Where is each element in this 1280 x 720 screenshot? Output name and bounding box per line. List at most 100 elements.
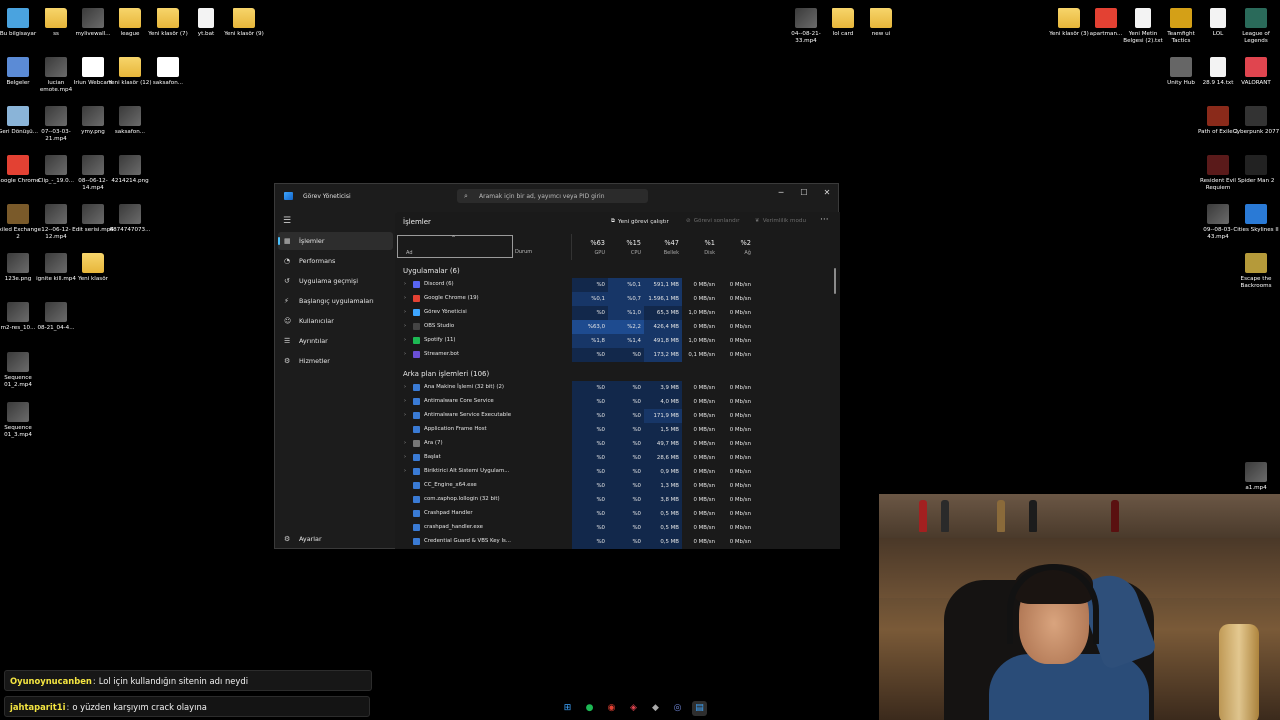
close-button[interactable]: ✕ [820,188,834,197]
column-header-status[interactable]: Durum [515,249,532,255]
process-row[interactable]: › Antimalware Core Service %0 %0 4,0 MB 0 MB/… [395,395,835,409]
task-manager-icon[interactable]: ▤ [692,700,707,716]
desktop-icon-label: Cities Skylines II [1233,227,1279,233]
gpu-cell: %1,8 [572,334,608,348]
end-task-button[interactable]: ⊘ Görevi sonlandır [686,218,740,224]
desktop-icon[interactable]: new ui [857,8,905,38]
chevron-right-icon[interactable]: › [404,412,406,418]
chevron-right-icon[interactable]: › [404,398,406,404]
desktop-icon[interactable]: saksafon... [144,57,192,87]
app-icon [7,57,29,77]
minimize-button[interactable]: ─ [774,188,788,197]
desktop-icon[interactable]: Sequence 01_3.mp4 [0,402,42,439]
chevron-right-icon[interactable]: › [404,337,406,343]
desktop-icon[interactable]: Yeni klasör [69,253,117,283]
column-header-network[interactable]: %2 Ağ [717,239,751,256]
column-header-name[interactable]: ⌃ Ad [397,235,513,258]
processes-panel: İşlemler ⧉ Yeni görevi çalıştır ⊘ Görevi… [395,212,840,549]
process-row[interactable]: Crashpad Handler %0 %0 0,5 MB 0 MB/sn 0 Mb/sn [395,507,835,521]
process-row[interactable]: crashpad_handler.exe %0 %0 0,5 MB 0 MB/sn 0 M… [395,521,835,535]
column-header-memory[interactable]: %47 Bellek [645,239,679,256]
memory-cell: 1,3 MB [644,479,682,493]
desktop-icon[interactable]: League of Legends [1232,8,1280,45]
chrome-icon[interactable]: ◉ [604,701,619,716]
nav-item[interactable]: ⚡ Başlangıç uygulamaları [278,292,393,310]
chevron-right-icon[interactable]: › [404,468,406,474]
process-row[interactable]: com.zaphop.lollogin (32 bit) %0 %0 3,8 MB 0 … [395,493,835,507]
nav-item[interactable]: ⚙ Hizmetler [278,352,393,370]
chevron-right-icon[interactable]: › [404,454,406,460]
chevron-right-icon[interactable]: › [404,323,406,329]
settings-button[interactable]: ⚙ Ayarlar [278,530,393,548]
desktop-icon[interactable]: VALORANT [1232,57,1280,87]
more-options-icon[interactable]: ··· [820,215,829,225]
process-row[interactable]: › Antimalware Service Executable %0 %0 171,9… [395,409,835,423]
process-name: Credential Guard & VBS Key Is... [424,538,511,544]
hamburger-menu-icon[interactable]: ☰ [283,216,291,226]
process-name: Görev Yöneticisi [424,309,467,315]
column-header-disk[interactable]: %1 Disk [681,239,715,256]
process-row[interactable]: › Spotify (11) %1,8 %1,4 491,8 MB 1,0 MB/sn 0 … [395,334,835,348]
chevron-right-icon[interactable]: › [404,440,406,446]
desktop-icon[interactable]: Sequence 01_2.mp4 [0,352,42,389]
disk-cell: 0 MB/sn [693,282,715,288]
desktop-icon[interactable]: a1.mp4 [1232,462,1280,492]
windows-start-icon[interactable]: ⊞ [560,701,575,716]
efficiency-mode-button[interactable]: ❦ Verimlilik modu [755,218,806,224]
desktop-icon[interactable]: Cities Skylines II [1232,204,1280,234]
desktop-icon[interactable]: Yeni klasör (9) [220,8,268,38]
leaf-icon: ❦ [755,218,760,224]
disk-cell: 0 MB/sn [693,525,715,531]
disk-cell: 1,0 MB/sn [688,338,715,344]
process-row[interactable]: › OBS Studio %63,0 %2,2 426,4 MB 0 MB/sn 0 Mb/… [395,320,835,334]
process-row[interactable]: Application Frame Host %0 %0 1,5 MB 0 MB/sn 0… [395,423,835,437]
chevron-right-icon[interactable]: › [404,309,406,315]
chevron-right-icon[interactable]: › [404,384,406,390]
process-name: Spotify (11) [424,337,456,343]
desktop-icon[interactable]: 687474707​3... [106,204,154,234]
title-bar[interactable]: Görev Yöneticisi ⌕ Aramak için bir ad, y… [275,184,838,208]
process-row[interactable]: Credential Guard & VBS Key Is... %0 %0 0,5 … [395,535,835,549]
nav-item[interactable]: ◔ Performans [278,252,393,270]
maximize-button[interactable]: ☐ [797,188,811,197]
disk-cell: 0 MB/sn [693,441,715,447]
nav-item[interactable]: ↺ Uygulama geçmişi [278,272,393,290]
unity-icon[interactable]: ◆ [648,701,663,716]
desktop-icon[interactable]: 08-21_04-4... [32,302,80,332]
process-row[interactable]: › Google Chrome (19) %0,1 %0,7 1.596,1 MB 0 M… [395,292,835,306]
desktop-icon[interactable]: 4214214.png [106,155,154,185]
process-icon [413,337,420,344]
cpu-cell: %0 [608,437,644,451]
chevron-right-icon[interactable]: › [404,295,406,301]
spotify-icon[interactable]: ● [582,701,597,716]
process-row[interactable]: › Biriktirici Alt Sistemi Uygulam... %0 %0 0… [395,465,835,479]
nav-item[interactable]: ☰ Ayrıntılar [278,332,393,350]
nav-item[interactable]: ☺ Kullanıcılar [278,312,393,330]
network-cell: 0 Mb/sn [729,441,751,447]
run-new-task-button[interactable]: ⧉ Yeni görevi çalıştır [611,218,669,225]
chevron-right-icon[interactable]: › [404,281,406,287]
process-icon [413,295,420,302]
process-row[interactable]: › Streamer.bot %0 %0 173,2 MB 0,1 MB/sn 0 Mb/s… [395,348,835,362]
desktop-icon[interactable]: Cyberpunk 2077 [1232,106,1280,136]
process-row[interactable]: › Discord (6) %0 %0,1 591,1 MB 0 MB/sn 0 Mb/sn [395,278,835,292]
search-input[interactable]: ⌕ Aramak için bir ad, yayımcı veya PID g… [457,189,648,203]
process-row[interactable]: › Görev Yöneticisi %0 %1,0 65,3 MB 1,0 MB/sn 0… [395,306,835,320]
valorant-icon[interactable]: ◈ [626,701,641,716]
process-row[interactable]: › Ana Makine İşlemi (32 bit) (2) %0 %0 3,9 M… [395,381,835,395]
thumb-icon [119,106,141,126]
process-row[interactable]: › Ara (7) %0 %0 49,7 MB 0 MB/sn 0 Mb/sn [395,437,835,451]
column-header-gpu[interactable]: %63 GPU [571,239,605,256]
process-row[interactable]: › Başlat %0 %0 28,6 MB 0 MB/sn 0 Mb/sn [395,451,835,465]
desktop-icon[interactable]: saksafon... [106,106,154,136]
desktop-icon[interactable]: Escape the Backrooms [1232,253,1280,290]
process-row[interactable]: CC_Engine_x64.exe %0 %0 1,3 MB 0 MB/sn 0 Mb/s… [395,479,835,493]
gpu-cell: %0 [572,423,608,437]
discord-icon[interactable]: ◎ [670,701,685,716]
nav-item[interactable]: ▦ İşlemler [278,232,393,250]
column-header-cpu[interactable]: %15 CPU [607,239,641,256]
desktop-icon[interactable]: Spider Man 2 [1232,155,1280,185]
sort-caret-icon: ⌃ [451,235,457,242]
desktop-icon-label: Sequence 01_3.mp4 [4,425,32,438]
chevron-right-icon[interactable]: › [404,351,406,357]
